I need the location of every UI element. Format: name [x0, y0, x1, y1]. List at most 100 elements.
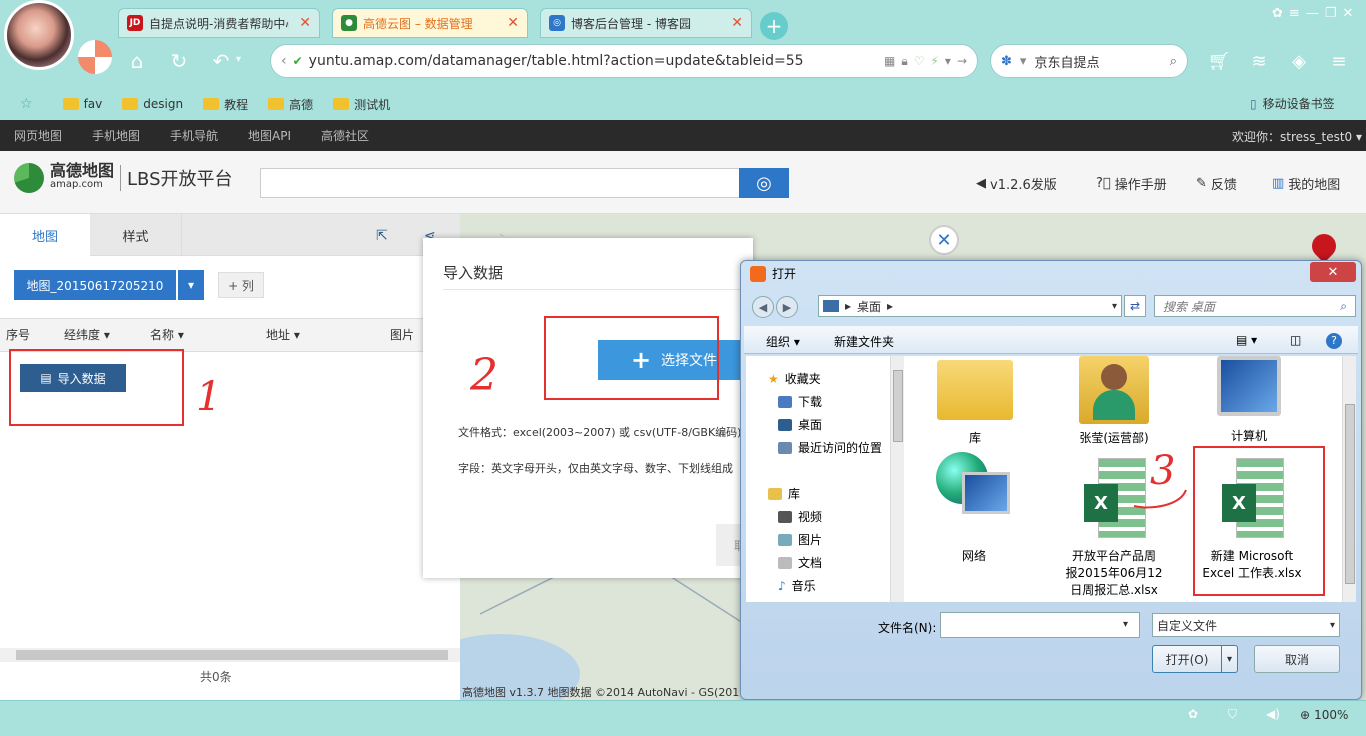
- skin-icon[interactable]: ✿: [1272, 6, 1283, 21]
- back-icon[interactable]: ◀: [752, 296, 774, 318]
- nav-pane-scrollbar[interactable]: [890, 356, 904, 602]
- address-bar[interactable]: ‹ ✔ yuntu.amap.com/datamanager/table.htm…: [270, 44, 978, 78]
- restore-icon[interactable]: ❐: [1325, 6, 1337, 21]
- nav-videos[interactable]: 视频: [778, 508, 822, 525]
- bookmark-folder[interactable]: fav: [62, 97, 102, 111]
- file-item-network[interactable]: 网络: [924, 452, 1024, 568]
- manual-link[interactable]: ?⃝ 操作手册: [1096, 174, 1167, 193]
- nav-web-map[interactable]: 网页地图: [14, 127, 62, 144]
- modal-close-button[interactable]: ✕: [929, 225, 959, 255]
- bookmark-folder[interactable]: 教程: [203, 96, 248, 113]
- new-folder-button[interactable]: 新建文件夹: [834, 333, 894, 350]
- map-selector-dropdown-icon[interactable]: ▾: [178, 270, 204, 300]
- user-avatar[interactable]: [4, 0, 74, 70]
- dialog-refresh-button[interactable]: ⇄: [1124, 295, 1146, 317]
- path-dropdown-icon[interactable]: ▾: [1112, 301, 1117, 312]
- star-bookmark-icon[interactable]: ☆: [20, 96, 33, 112]
- map-search-input[interactable]: [260, 168, 740, 198]
- welcome-user[interactable]: 欢迎你：stress_test0 ▾: [1232, 128, 1362, 145]
- cart-icon[interactable]: 🛒︎: [1206, 48, 1232, 74]
- url-dropdown-icon[interactable]: ▾: [945, 54, 951, 68]
- search-icon[interactable]: ⌕: [1170, 54, 1177, 69]
- col-image[interactable]: 图片: [390, 326, 414, 343]
- organize-menu[interactable]: 组织 ▾: [766, 333, 800, 350]
- col-index[interactable]: 序号: [6, 326, 30, 343]
- filename-dropdown-icon[interactable]: ▾: [1123, 619, 1128, 630]
- qr-code-icon[interactable]: ▦: [884, 54, 895, 68]
- menu-icon[interactable]: ≡: [1289, 6, 1300, 21]
- tab-close-icon[interactable]: ✕: [299, 15, 311, 31]
- tab-map[interactable]: 地图: [0, 214, 90, 256]
- locate-button[interactable]: ◎: [739, 168, 789, 198]
- preview-pane-icon[interactable]: ◫: [1290, 333, 1301, 347]
- more-menu-icon[interactable]: ≡: [1326, 48, 1352, 74]
- search-engine-input[interactable]: 京东自提点: [1034, 52, 1161, 71]
- col-lnglat[interactable]: 经纬度 ▾: [64, 326, 110, 343]
- file-item-library[interactable]: 库: [930, 360, 1020, 450]
- cancel-button[interactable]: 取消: [1254, 645, 1340, 673]
- shield-icon[interactable]: ⛉: [1228, 707, 1237, 722]
- bookmark-folder[interactable]: 高德: [268, 96, 313, 113]
- skin-icon[interactable]: ✿: [1188, 707, 1198, 721]
- amap-logo[interactable]: 高德地图 amap.com LBS开放平台: [14, 163, 233, 193]
- wifi-icon[interactable]: ≋: [1246, 48, 1272, 74]
- extension-icon[interactable]: ◈: [1286, 48, 1312, 74]
- nav-community[interactable]: 高德社区: [321, 127, 369, 144]
- home-button[interactable]: ⌂: [122, 46, 152, 76]
- dialog-search-input[interactable]: 搜索 桌面 ⌕: [1154, 295, 1356, 317]
- search-engine-paw-icon[interactable]: ✽: [1001, 54, 1012, 69]
- nav-music[interactable]: ♪ 音乐: [778, 577, 816, 594]
- tab-style[interactable]: 样式: [90, 214, 182, 256]
- favorite-heart-icon[interactable]: ♡: [914, 54, 925, 68]
- mobile-bookmarks[interactable]: ▯ 移动设备书签: [1250, 95, 1335, 112]
- lightning-icon[interactable]: ⚡︎: [930, 54, 938, 68]
- nav-downloads[interactable]: 下载: [778, 393, 822, 410]
- open-dropdown-icon[interactable]: ▾: [1221, 646, 1237, 672]
- release-link[interactable]: ◀︎ v1.2.6发版: [976, 174, 1057, 193]
- filetype-select[interactable]: 自定义文件 ▾: [1152, 613, 1340, 637]
- new-tab-button[interactable]: +: [760, 12, 788, 40]
- nav-map-api[interactable]: 地图API: [248, 127, 291, 144]
- close-window-icon[interactable]: ✕: [1342, 6, 1353, 21]
- minimize-icon[interactable]: —: [1306, 6, 1319, 21]
- browser-tab-amap[interactable]: ● 高德云图 – 数据管理 ✕: [332, 8, 528, 38]
- nav-libraries[interactable]: 库: [768, 485, 800, 502]
- undo-dropdown-icon[interactable]: ▾: [236, 54, 241, 65]
- dialog-close-button[interactable]: ✕: [1310, 262, 1356, 282]
- forward-icon[interactable]: ▶: [776, 296, 798, 318]
- breadcrumb-desktop[interactable]: 桌面: [857, 298, 881, 315]
- my-map-link[interactable]: ▥ 我的地图: [1272, 174, 1340, 193]
- url-text[interactable]: yuntu.amap.com/datamanager/table.html?ac…: [309, 53, 878, 69]
- bookmark-folder[interactable]: 测试机: [333, 96, 390, 113]
- search-engine-box[interactable]: ✽ ▾ 京东自提点 ⌕: [990, 44, 1188, 78]
- nav-favorites[interactable]: ★ 收藏夹: [768, 370, 821, 387]
- help-icon[interactable]: ?: [1326, 333, 1342, 349]
- file-item-computer[interactable]: 计算机: [1204, 356, 1294, 450]
- open-button[interactable]: 打开(O) ▾: [1152, 645, 1238, 673]
- engine-dropdown-icon[interactable]: ▾: [1020, 54, 1027, 69]
- zoom-control[interactable]: ⊕ 100%: [1300, 708, 1348, 722]
- browser-tab-cnblogs[interactable]: ◎ 博客后台管理 - 博客园 ✕: [540, 8, 752, 38]
- undo-button[interactable]: ↶: [206, 46, 236, 76]
- go-arrow-icon[interactable]: →: [957, 54, 967, 68]
- refresh-button[interactable]: ↻: [164, 46, 194, 76]
- nav-desktop[interactable]: 桌面: [778, 416, 822, 433]
- map-selector[interactable]: 地图_20150617205210: [14, 270, 176, 300]
- nav-mobile-map[interactable]: 手机地图: [92, 127, 140, 144]
- file-list-scrollbar[interactable]: [1342, 356, 1356, 602]
- feedback-link[interactable]: ✎ 反馈: [1196, 174, 1237, 193]
- col-name[interactable]: 名称 ▾: [150, 326, 184, 343]
- dialog-path-bar[interactable]: ▸ 桌面 ▸ ▾: [818, 295, 1122, 317]
- nav-documents[interactable]: 文档: [778, 554, 822, 571]
- bookmark-folder[interactable]: design: [122, 97, 183, 111]
- scrollbar-thumb[interactable]: [1345, 404, 1355, 584]
- view-options-icon[interactable]: ▤ ▾: [1236, 333, 1257, 347]
- table-horizontal-scrollbar[interactable]: [0, 648, 460, 662]
- nav-mobile-navigation[interactable]: 手机导航: [170, 127, 218, 144]
- nav-recent[interactable]: 最近访问的位置: [778, 439, 882, 456]
- col-address[interactable]: 地址 ▾: [266, 326, 300, 343]
- filename-input[interactable]: [940, 612, 1140, 638]
- export-icon[interactable]: ⇱: [376, 228, 388, 244]
- file-item-user[interactable]: 张莹(运营部): [1066, 356, 1162, 450]
- back-chevron-icon[interactable]: ‹: [281, 53, 287, 69]
